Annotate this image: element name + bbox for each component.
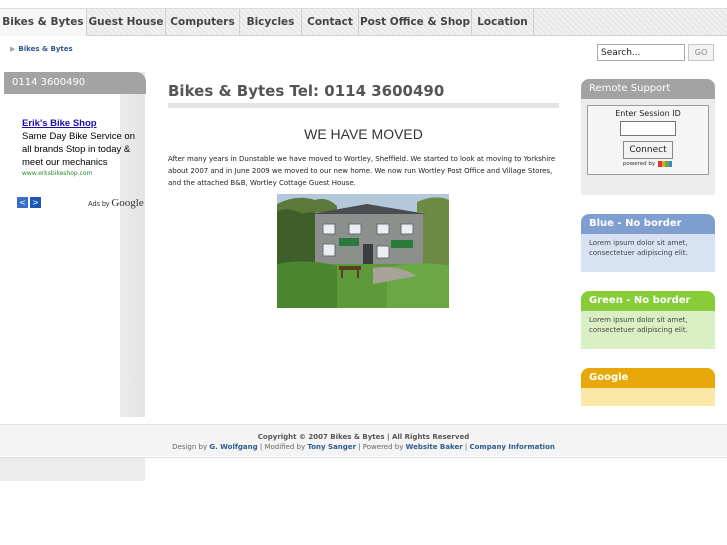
title-divider: [168, 103, 559, 108]
ads-by-label: Ads by: [88, 201, 110, 208]
search-go-button[interactable]: GO: [688, 44, 714, 61]
footer: Copyright © 2007 Bikes & Bytes | All Rig…: [0, 424, 727, 456]
cottage-photo: [277, 194, 449, 308]
nav-item-location[interactable]: Location: [472, 9, 534, 36]
website-baker-link[interactable]: Website Baker: [406, 443, 463, 451]
ad-next-button[interactable]: >: [30, 197, 41, 208]
remote-support-form: Enter Session ID Connect powered by: [587, 105, 709, 175]
ad-prev-button[interactable]: <: [17, 197, 28, 208]
remote-support-box: Remote Support Enter Session ID Connect …: [581, 79, 715, 195]
page-title: Bikes & Bytes Tel: 0114 3600490: [168, 82, 445, 100]
nav-item-bicycles[interactable]: Bicycles: [240, 9, 302, 36]
copyright: Copyright © 2007 Bikes & Bytes | All Rig…: [257, 433, 470, 441]
ad-title-link[interactable]: Erik's Bike Shop: [22, 118, 142, 129]
design-by-label: Design by: [172, 443, 208, 451]
nav-item-post-office[interactable]: Post Office & Shop: [359, 9, 472, 36]
nav-item-computers[interactable]: Computers: [166, 9, 240, 36]
google-box-body: [581, 388, 715, 406]
modified-by-label: Modified by: [264, 443, 306, 451]
search-input[interactable]: [597, 44, 685, 61]
designer-link[interactable]: G. Wolfgang: [209, 443, 257, 451]
google-logo: Google: [111, 197, 144, 209]
session-id-label: Enter Session ID: [615, 109, 681, 118]
breadcrumb-link[interactable]: Bikes & Bytes: [18, 45, 72, 53]
google-box: Google: [581, 368, 715, 406]
blue-box: Blue - No border Lorem ipsum dolor sit a…: [581, 214, 715, 272]
main-nav: Bikes & Bytes Guest House Computers Bicy…: [0, 8, 727, 36]
company-information-link[interactable]: Company Information: [469, 443, 554, 451]
remote-support-title: Remote Support: [581, 79, 715, 99]
breadcrumb-arrow-icon: ▶: [10, 45, 16, 53]
powered-by-footer-label: Powered by: [362, 443, 404, 451]
nav-item-contact[interactable]: Contact: [302, 9, 359, 36]
footer-credits: Design by G. Wolfgang | Modified by Tony…: [172, 443, 555, 451]
powered-by-label: powered by: [622, 161, 656, 167]
ad-text: Same Day Bike Service on all brands Stop…: [22, 131, 135, 168]
green-box: Green - No border Lorem ipsum dolor sit …: [581, 291, 715, 349]
page: Bikes & Bytes Guest House Computers Bicy…: [0, 0, 727, 545]
ad-url[interactable]: www.erksbikeshop.com: [22, 170, 142, 177]
left-phone-header: 0114 3600490: [4, 72, 146, 94]
modifier-link[interactable]: Tony Sanger: [307, 443, 356, 451]
google-box-title: Google: [581, 368, 715, 388]
nav-item-guest-house[interactable]: Guest House: [87, 9, 166, 36]
ads-by-google[interactable]: Ads by Google: [88, 197, 144, 209]
remote-support-body: Enter Session ID Connect powered by: [581, 99, 715, 195]
content-heading: WE HAVE MOVED: [304, 126, 423, 142]
bottom-bar: [0, 457, 727, 481]
breadcrumb: ▶ Bikes & Bytes: [10, 45, 73, 53]
blue-box-text: Lorem ipsum dolor sit amet, consectetuer…: [581, 234, 715, 272]
provider-logo: [657, 161, 673, 167]
green-box-text: Lorem ipsum dolor sit amet, consectetuer…: [581, 311, 715, 349]
session-id-input[interactable]: [620, 121, 676, 136]
blue-box-title: Blue - No border: [581, 214, 715, 234]
content-paragraph: After many years in Dunstable we have mo…: [168, 155, 556, 187]
powered-by: powered by: [588, 161, 708, 167]
text-ad: Erik's Bike Shop Same Day Bike Service o…: [22, 118, 142, 177]
green-box-title: Green - No border: [581, 291, 715, 311]
site-wrapper: Bikes & Bytes Guest House Computers Bicy…: [0, 8, 727, 481]
nav-item-bikes-bytes[interactable]: Bikes & Bytes: [0, 9, 87, 36]
connect-button[interactable]: Connect: [623, 141, 673, 159]
